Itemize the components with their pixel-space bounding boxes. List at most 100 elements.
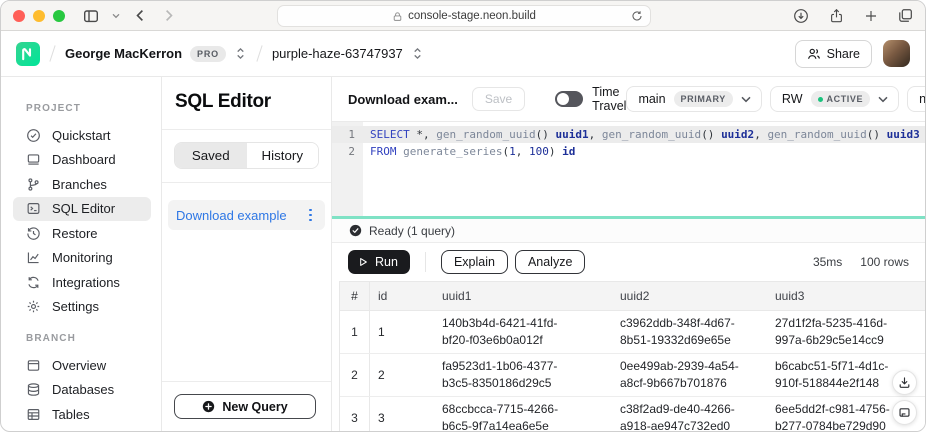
database-select[interactable]: neondb [907,86,926,112]
divider [162,182,331,183]
sidebar-item-tables[interactable]: Tables [13,402,151,427]
history-icon [26,226,41,241]
line-number: 2 [332,143,363,160]
sql-editor-main: Download exam... Save Time Travel main P… [332,77,925,432]
traffic-lights [13,10,65,22]
column-header-num[interactable]: # [340,282,370,310]
org-name: George MacKerron [65,46,182,61]
lock-icon [392,11,403,22]
url-field[interactable]: console-stage.neon.build [277,5,651,27]
sidebar-item-sql-editor[interactable]: SQL Editor [13,197,151,222]
download-results-button[interactable] [892,370,917,395]
table-row[interactable]: 1 1 140b3b4d-6421-41fd- bf20-f03e6b0a012… [340,311,925,354]
run-button[interactable]: Run [348,250,410,274]
window-icon [26,358,41,373]
active-badge: ACTIVE [811,91,871,107]
column-header-id[interactable]: id [370,282,434,310]
minimize-window-button[interactable] [33,10,45,22]
sidebar-item-databases[interactable]: Databases [13,378,151,403]
table-icon [26,407,41,422]
sidebar-item-roles[interactable]: Roles [13,427,151,432]
time-travel-toggle[interactable] [555,91,583,107]
divider [162,381,331,382]
sidebar-section-branch: BRANCH [26,333,161,344]
sync-icon [26,275,41,290]
sidebar-item-settings[interactable]: Settings [13,295,151,320]
org-menu[interactable]: George MacKerron PRO [65,46,247,62]
editor-toolbar: Download exam... Save Time Travel main P… [332,77,925,122]
sidebar-item-monitoring[interactable]: Monitoring [13,246,151,271]
close-window-button[interactable] [13,10,25,22]
sidebar-item-integrations[interactable]: Integrations [13,270,151,295]
sql-editor-icon [26,201,41,216]
column-header-uuid1[interactable]: uuid1 [434,282,612,310]
chevron-down-icon [741,96,751,103]
compute-select[interactable]: RW ACTIVE [770,86,899,112]
sql-code-editor[interactable]: 1SELECT *, gen_random_uuid() uuid1, gen_… [332,122,925,216]
sidebar-item-overview[interactable]: Overview [13,353,151,378]
dashboard-icon [26,152,41,167]
selector-icon [234,46,247,61]
save-button[interactable]: Save [472,87,525,111]
tab-history[interactable]: History [247,143,319,168]
back-button[interactable] [133,8,148,23]
neon-logo-icon[interactable] [16,42,40,66]
people-icon [807,47,821,61]
saved-history-tabs: Saved History [174,142,319,169]
explain-button[interactable]: Explain [441,250,508,274]
share-button-label: Share [827,47,860,61]
tab-saved[interactable]: Saved [175,143,247,168]
results-header-row: # id uuid1 uuid2 uuid3 [340,282,925,311]
share-button[interactable]: Share [795,40,872,68]
code-line[interactable]: 2FROM generate_series(1, 100) id [332,143,925,160]
reload-icon[interactable] [631,10,643,22]
query-duration: 35ms [813,255,842,269]
sidebar-item-dashboard[interactable]: Dashboard [13,148,151,173]
avatar[interactable] [883,40,910,67]
sidebar-section-project: PROJECT [26,103,161,114]
sidebar-item-quickstart[interactable]: Quickstart [13,123,151,148]
chart-icon [26,250,41,265]
browser-chrome: console-stage.neon.build [1,1,925,31]
tab-overview-icon[interactable] [898,8,913,23]
code-line-text: SELECT *, gen_random_uuid() uuid1, gen_r… [363,126,920,143]
expand-results-button[interactable] [892,400,917,425]
table-row[interactable]: 3 3 68ccbcca-7715-4266- b6c5-9f7a14ea6e5… [340,397,925,432]
sidebar-item-restore[interactable]: Restore [13,221,151,246]
new-tab-icon[interactable] [864,9,878,23]
line-number: 1 [332,126,363,143]
share-icon[interactable] [829,8,844,24]
results-table: # id uuid1 uuid2 uuid3 1 1 140b3b4d-6421… [339,281,925,432]
branch-select[interactable]: main PRIMARY [626,86,761,112]
chevron-down-icon[interactable] [112,13,120,19]
sidebar-toggle-icon[interactable] [83,8,99,24]
analyze-button[interactable]: Analyze [515,250,585,274]
chevron-down-icon [878,96,888,103]
primary-badge: PRIMARY [674,91,733,107]
code-line[interactable]: 1SELECT *, gen_random_uuid() uuid1, gen_… [332,126,925,143]
active-dot-icon [818,97,823,102]
saved-query-item[interactable]: Download example [168,200,325,230]
forward-button[interactable] [161,8,176,23]
check-circle-icon [26,128,41,143]
table-row[interactable]: 2 2 fa9523d1-1b06-4377- b3c5-8350186d29c… [340,354,925,397]
saved-query-label: Download example [176,208,287,223]
project-menu[interactable]: purple-haze-63747937 [272,46,424,61]
check-circle-icon [349,224,362,237]
zoom-window-button[interactable] [53,10,65,22]
kebab-menu-icon[interactable] [305,205,316,226]
expand-icon [898,406,911,419]
database-icon [26,382,41,397]
app-header: George MacKerron PRO purple-haze-6374793… [1,31,925,77]
code-lines: 1SELECT *, gen_random_uuid() uuid1, gen_… [332,122,925,160]
sidebar-item-branches[interactable]: Branches [13,172,151,197]
new-query-button[interactable]: New Query [174,394,316,419]
code-line-text: FROM generate_series(1, 100) id [363,143,575,160]
panel-title: SQL Editor [175,91,331,113]
status-text: Ready (1 query) [369,224,455,238]
downloads-icon[interactable] [793,8,809,24]
query-status-bar: Ready (1 query) [332,219,925,243]
project-name: purple-haze-63747937 [272,46,403,61]
column-header-uuid3[interactable]: uuid3 [767,282,925,310]
column-header-uuid2[interactable]: uuid2 [612,282,767,310]
